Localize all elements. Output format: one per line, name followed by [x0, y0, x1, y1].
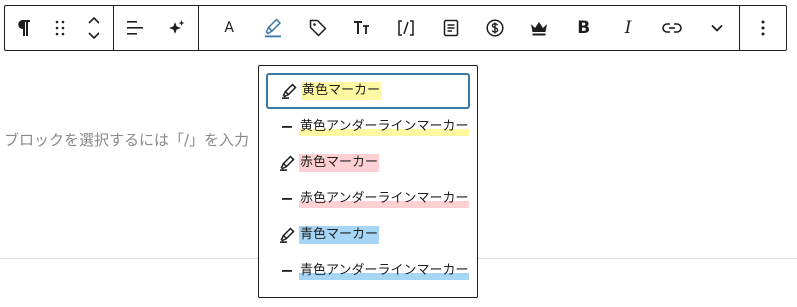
link-button[interactable]	[650, 6, 694, 50]
tag-icon	[309, 19, 327, 37]
options-group	[740, 6, 786, 50]
move-up-down-button[interactable]	[77, 6, 111, 50]
paragraph-icon	[18, 20, 30, 36]
highlight-option-label: 青色マーカー	[299, 226, 380, 244]
bold-button[interactable]: B	[562, 6, 606, 50]
brush-icon	[277, 153, 297, 173]
block-toolbar: A B I	[4, 5, 787, 51]
highlight-option[interactable]: 赤色アンダーラインマーカー	[266, 181, 470, 217]
dash-icon	[277, 117, 297, 137]
drag-handle-icon	[55, 20, 65, 36]
more-formats-button[interactable]	[695, 6, 739, 50]
ai-button[interactable]	[156, 6, 198, 50]
paragraph-button[interactable]	[5, 6, 43, 50]
sparkle-icon	[169, 20, 185, 34]
italic-icon: I	[624, 18, 632, 38]
crown-icon	[531, 22, 548, 36]
highlight-option[interactable]: 黄色マーカー	[266, 73, 470, 109]
highlight-option[interactable]: 赤色マーカー	[266, 145, 470, 181]
crown-button[interactable]	[517, 6, 561, 50]
more-vertical-icon	[761, 20, 765, 36]
code-button[interactable]	[384, 6, 428, 50]
highlighter-icon	[265, 18, 282, 38]
dollar-button[interactable]	[473, 6, 517, 50]
highlight-option[interactable]: 青色アンダーラインマーカー	[266, 253, 470, 289]
options-button[interactable]	[741, 6, 785, 50]
chevron-down-icon	[711, 24, 723, 32]
highlight-option-label: 黄色マーカー	[301, 82, 382, 100]
highlight-option-label: 赤色アンダーラインマーカー	[299, 190, 470, 208]
document-icon	[443, 19, 459, 37]
align-left-icon	[127, 21, 143, 35]
highlight-option-label: 青色アンダーラインマーカー	[299, 262, 470, 280]
highlight-option[interactable]: 青色マーカー	[266, 217, 470, 253]
highlighter-button[interactable]	[251, 6, 295, 50]
block-placeholder[interactable]: ブロックを選択するには「/」を入力	[4, 129, 260, 150]
drag-handle-button[interactable]	[43, 6, 77, 50]
brush-icon	[277, 225, 297, 245]
move-up-down-icon	[88, 16, 100, 40]
font-button[interactable]: A	[207, 6, 251, 50]
italic-button[interactable]: I	[606, 6, 650, 50]
dash-icon	[277, 189, 297, 209]
highlight-option-label: 黄色アンダーラインマーカー	[299, 118, 470, 136]
highlight-dropdown: 黄色マーカー黄色アンダーラインマーカー 赤色マーカー赤色アンダーラインマーカー 青色…	[258, 65, 478, 298]
tag-button[interactable]	[296, 6, 340, 50]
block-controls-group	[5, 6, 114, 50]
highlight-option[interactable]: 黄色アンダーラインマーカー	[266, 109, 470, 145]
font-icon: A	[224, 20, 234, 36]
bold-icon: B	[577, 18, 591, 38]
dash-icon	[277, 261, 297, 281]
text-size-button[interactable]	[340, 6, 384, 50]
code-bracket-icon	[398, 20, 415, 36]
format-group: A B I	[199, 6, 740, 50]
document-button[interactable]	[429, 6, 473, 50]
highlight-option-label: 赤色マーカー	[299, 154, 380, 172]
text-size-icon	[354, 21, 370, 34]
link-icon	[662, 23, 683, 33]
brush-icon	[279, 81, 299, 101]
align-text-button[interactable]	[114, 6, 156, 50]
alignment-group	[114, 6, 199, 50]
dollar-circle-icon	[486, 19, 504, 37]
